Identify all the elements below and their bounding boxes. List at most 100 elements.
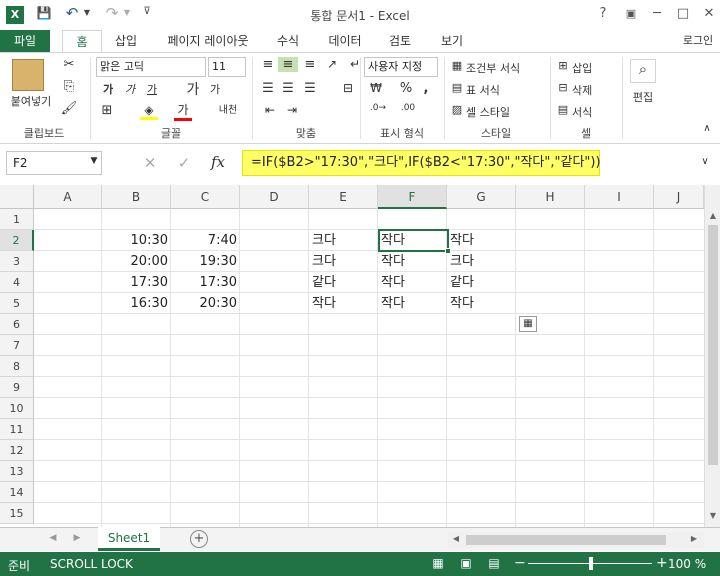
underline-button[interactable]: 가: [142, 81, 162, 97]
cell-f3[interactable]: 작다: [381, 253, 444, 271]
cell-b3[interactable]: 20:00: [105, 253, 168, 271]
borders-icon[interactable]: ⊞: [98, 103, 116, 118]
table-format-button[interactable]: 표 서식: [466, 82, 500, 98]
normal-view-icon[interactable]: ▦: [430, 556, 446, 570]
column-header-j[interactable]: J: [654, 185, 704, 209]
zoom-out-button[interactable]: −: [514, 555, 526, 571]
quick-analysis-icon[interactable]: ▦: [519, 316, 537, 332]
cell-style-button[interactable]: 셀 스타일: [466, 104, 510, 120]
number-format-select[interactable]: 사용자 지정: [364, 57, 438, 77]
grow-font-button[interactable]: 가: [184, 79, 202, 99]
row-header-13[interactable]: 13: [0, 461, 34, 482]
insert-cells-icon[interactable]: ⊞: [556, 59, 570, 72]
percent-button[interactable]: %: [396, 81, 416, 96]
tab-review[interactable]: 검토: [380, 30, 420, 52]
select-all-button[interactable]: [0, 185, 34, 209]
row-header-5[interactable]: 5: [0, 293, 34, 314]
format-cells-button[interactable]: 서식: [572, 104, 592, 120]
fill-handle[interactable]: [445, 248, 451, 254]
cell-e2[interactable]: 크다: [312, 232, 375, 250]
cell-c2[interactable]: 7:40: [174, 232, 237, 250]
row-header-2[interactable]: 2: [0, 230, 34, 251]
italic-button[interactable]: 가: [120, 81, 140, 97]
conditional-format-icon[interactable]: ▦: [450, 59, 464, 72]
scroll-right-icon[interactable]: ▶: [688, 534, 700, 543]
scroll-left-icon[interactable]: ◀: [450, 534, 462, 543]
cell-g5[interactable]: 작다: [450, 295, 513, 313]
expand-formula-bar-icon[interactable]: ∨: [698, 156, 712, 167]
horizontal-scrollbar[interactable]: ◀ ▶: [448, 532, 704, 548]
cell-b2[interactable]: 10:30: [105, 232, 168, 250]
row-header-6[interactable]: 6: [0, 314, 34, 335]
scroll-down-icon[interactable]: ▼: [707, 511, 719, 520]
table-format-icon[interactable]: ▤: [450, 81, 464, 94]
copy-icon[interactable]: ⎘: [60, 79, 78, 94]
tab-insert[interactable]: 삽입: [108, 30, 144, 52]
row-header-14[interactable]: 14: [0, 482, 34, 503]
ribbon-display-options-icon[interactable]: ▣: [620, 4, 642, 24]
cell-c5[interactable]: 20:30: [174, 295, 237, 313]
cut-icon[interactable]: ✂: [60, 57, 78, 72]
delete-cells-button[interactable]: 삭제: [572, 82, 592, 98]
cell-e4[interactable]: 같다: [312, 274, 375, 292]
zoom-slider-handle[interactable]: [589, 557, 593, 570]
vertical-scrollbar[interactable]: ▲ ▼: [704, 185, 720, 527]
phonetic-button[interactable]: 내천: [214, 101, 242, 116]
font-size-select[interactable]: 11: [208, 57, 246, 77]
format-painter-icon[interactable]: 🖌: [60, 101, 78, 116]
page-break-view-icon[interactable]: ▤: [486, 556, 502, 570]
formula-input[interactable]: =IF($B2>"17:30","크다",IF($B2<"17:30","작다"…: [242, 150, 601, 176]
hscroll-thumb[interactable]: [466, 535, 666, 545]
active-cell-border[interactable]: [378, 229, 449, 252]
name-box-dropdown-icon[interactable]: ▼: [88, 156, 100, 166]
align-right-icon[interactable]: ☰: [300, 81, 320, 96]
decrease-decimal-icon[interactable]: .00: [396, 103, 420, 113]
cell-e5[interactable]: 작다: [312, 295, 375, 313]
insert-cells-button[interactable]: 삽입: [572, 60, 592, 76]
decrease-indent-icon[interactable]: ⇤: [260, 103, 280, 117]
merge-center-icon[interactable]: ⊟: [338, 81, 358, 95]
increase-indent-icon[interactable]: ⇥: [282, 103, 302, 117]
tab-view[interactable]: 보기: [432, 30, 472, 52]
cell-g3[interactable]: 크다: [450, 253, 513, 271]
tab-formulas[interactable]: 수식: [268, 30, 308, 52]
format-cells-icon[interactable]: ▤: [556, 103, 570, 116]
row-header-3[interactable]: 3: [0, 251, 34, 272]
cell-c4[interactable]: 17:30: [174, 274, 237, 292]
row-header-15[interactable]: 15: [0, 503, 34, 524]
align-top-icon[interactable]: ≡: [258, 57, 278, 72]
column-header-c[interactable]: C: [171, 185, 240, 209]
align-center-icon[interactable]: ☰: [278, 81, 298, 96]
sheet-tab-sheet1[interactable]: Sheet1: [98, 527, 160, 551]
editing-button[interactable]: 편집: [628, 89, 658, 105]
font-color-button[interactable]: 가: [174, 101, 192, 121]
tab-page-layout[interactable]: 페이지 레이아웃: [156, 30, 260, 52]
cell-b4[interactable]: 17:30: [105, 274, 168, 292]
tab-file[interactable]: 파일: [0, 30, 50, 52]
cancel-entry-button[interactable]: ✕: [140, 154, 160, 172]
cell-f4[interactable]: 작다: [381, 274, 444, 292]
row-header-4[interactable]: 4: [0, 272, 34, 293]
minimize-button[interactable]: ─: [646, 4, 668, 24]
row-header-10[interactable]: 10: [0, 398, 34, 419]
currency-icon[interactable]: ₩: [366, 81, 386, 95]
delete-cells-icon[interactable]: ⊟: [556, 81, 570, 94]
row-header-1[interactable]: 1: [0, 209, 34, 230]
help-button[interactable]: ?: [592, 4, 614, 24]
next-sheet-icon[interactable]: ▶: [70, 533, 84, 543]
close-button[interactable]: ✕: [698, 4, 720, 24]
column-header-d[interactable]: D: [240, 185, 309, 209]
conditional-format-button[interactable]: 조건부 서식: [466, 60, 520, 76]
cell-g4[interactable]: 같다: [450, 274, 513, 292]
restore-button[interactable]: □: [672, 4, 694, 24]
enter-entry-button[interactable]: ✓: [174, 154, 194, 172]
column-header-h[interactable]: H: [516, 185, 585, 209]
column-header-a[interactable]: A: [34, 185, 102, 209]
page-layout-view-icon[interactable]: ▣: [458, 556, 474, 570]
cell-f5[interactable]: 작다: [381, 295, 444, 313]
tab-home[interactable]: 홈: [62, 30, 102, 53]
bold-button[interactable]: 가: [98, 81, 118, 97]
row-header-9[interactable]: 9: [0, 377, 34, 398]
comma-button[interactable]: ,: [418, 81, 434, 96]
cell-c3[interactable]: 19:30: [174, 253, 237, 271]
